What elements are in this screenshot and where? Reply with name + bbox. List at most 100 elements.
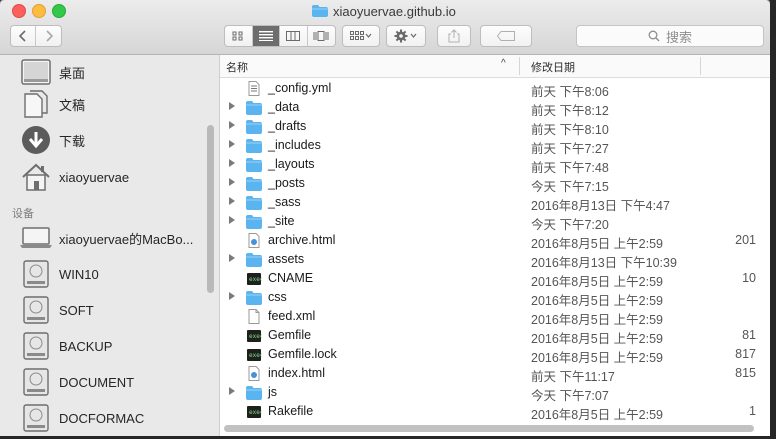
disclosure-triangle-icon[interactable] (228, 386, 238, 398)
html-file-icon (246, 233, 262, 248)
file-row[interactable]: js 今天 下午7:07 (220, 383, 770, 403)
disclosure-triangle-icon[interactable] (228, 101, 238, 113)
minimize-window-button[interactable] (32, 4, 46, 18)
sidebar-item-document[interactable]: DOCUMENT (0, 365, 210, 399)
desktop-icon (20, 56, 52, 88)
sidebar-item-label: SOFT (59, 302, 94, 318)
sidebar-item-win10[interactable]: WIN10 (0, 257, 210, 291)
toolbar: xiaoyuervae.github.io 搜索 (0, 0, 770, 55)
close-window-button[interactable] (12, 4, 26, 18)
list-view-button[interactable] (252, 26, 280, 46)
sidebar-item-home[interactable]: xiaoyuervae (0, 160, 210, 194)
file-row[interactable]: _config.yml 前天 下午8:06 (220, 79, 770, 99)
disclosure-triangle-icon[interactable] (228, 196, 238, 208)
back-button[interactable] (11, 26, 37, 46)
column-header-date[interactable]: 修改日期 (531, 59, 575, 75)
laptop-icon (20, 222, 52, 254)
file-row[interactable]: _data 前天 下午8:12 (220, 98, 770, 118)
zoom-window-button[interactable] (52, 4, 66, 18)
sidebar-item-downloads[interactable]: 下载 (0, 123, 210, 157)
file-name: feed.xml (268, 309, 316, 323)
icon-view-button[interactable] (225, 26, 253, 46)
sidebar-item-label: DOCUMENT (59, 374, 135, 390)
disclosure-triangle-icon[interactable] (228, 291, 238, 303)
window-title-text: xiaoyuervae.github.io (333, 3, 456, 19)
html-file-icon (246, 366, 262, 381)
disk-icon (20, 366, 52, 398)
column-view-button[interactable] (280, 26, 308, 46)
disclosure-triangle-icon[interactable] (228, 253, 238, 265)
file-name: _data (268, 100, 300, 114)
file-modified-date: 2016年8月5日 上午2:59 (531, 408, 664, 422)
columns-icon (286, 31, 301, 41)
file-name: _sass (268, 195, 301, 209)
sidebar-item-documents[interactable]: 文稿 (0, 87, 210, 121)
folder-icon (246, 290, 262, 305)
file-row[interactable]: archive.html 2016年8月5日 上午2:59 201 (220, 231, 770, 251)
sidebar-item-docformac[interactable]: DOCFORMAC (0, 401, 210, 435)
disclosure-triangle-icon[interactable] (228, 158, 238, 170)
disk-icon (20, 294, 52, 326)
chevron-right-icon (45, 30, 53, 42)
gear-icon (394, 29, 417, 43)
column-divider[interactable] (519, 57, 520, 75)
svg-text:exec: exec (249, 409, 262, 416)
sidebar: 桌面 文稿 下载 xiaoyuervae 设备 xiaoyuervae的MacB… (0, 55, 220, 436)
list-icon (258, 31, 273, 41)
column-divider[interactable] (700, 57, 701, 75)
disclosure-triangle-icon[interactable] (228, 120, 238, 132)
file-size: 201 (735, 233, 756, 247)
file-row[interactable]: exec Gemfile.lock 2016年8月5日 上午2:59 817 (220, 345, 770, 365)
coverflow-view-button[interactable] (308, 26, 335, 46)
search-placeholder: 搜索 (665, 29, 692, 45)
file-row[interactable]: exec Rakefile 2016年8月5日 上午2:59 1 (220, 402, 770, 422)
file-row[interactable]: assets 2016年8月13日 下午10:39 (220, 250, 770, 270)
file-name: _layouts (268, 157, 315, 171)
desktop-background (770, 0, 776, 439)
folder-icon (246, 385, 262, 400)
sidebar-item-macbook[interactable]: xiaoyuervae的MacBo... (0, 221, 210, 255)
file-name: Gemfile (268, 328, 312, 342)
sidebar-item-soft[interactable]: SOFT (0, 293, 210, 327)
file-name: archive.html (268, 233, 336, 247)
file-row[interactable]: _layouts 前天 下午7:48 (220, 155, 770, 175)
column-header-name[interactable]: 名称 (226, 59, 248, 75)
document-icon (246, 309, 262, 324)
file-row[interactable]: _drafts 前天 下午8:10 (220, 117, 770, 137)
disclosure-triangle-icon[interactable] (228, 139, 238, 151)
executable-file-icon: exec (246, 347, 264, 362)
share-button[interactable] (437, 25, 471, 47)
file-row[interactable]: exec CNAME 2016年8月5日 上午2:59 10 (220, 269, 770, 289)
view-switcher (224, 25, 336, 47)
svg-text:exec: exec (249, 276, 262, 283)
arrange-button[interactable] (342, 25, 380, 47)
sidebar-scrollbar[interactable] (207, 125, 214, 293)
sidebar-item-backup[interactable]: BACKUP (0, 329, 210, 363)
file-row[interactable]: _includes 前天 下午7:27 (220, 136, 770, 156)
file-name: Gemfile.lock (268, 347, 337, 361)
file-row[interactable]: css 2016年8月5日 上午2:59 (220, 288, 770, 308)
tags-button[interactable] (480, 25, 532, 47)
executable-file-icon: exec (246, 328, 264, 343)
folder-icon (246, 176, 262, 191)
file-name: Rakefile (268, 404, 314, 418)
sidebar-item-label: xiaoyuervae (59, 169, 130, 185)
disclosure-triangle-icon[interactable] (228, 215, 238, 227)
file-row[interactable]: feed.xml 2016年8月5日 上午2:59 (220, 307, 770, 327)
file-size: 817 (735, 347, 756, 361)
disclosure-triangle-icon[interactable] (228, 177, 238, 189)
file-row[interactable]: index.html 前天 下午11:17 815 (220, 364, 770, 384)
forward-button[interactable] (36, 26, 61, 46)
file-row[interactable]: _posts 今天 下午7:15 (220, 174, 770, 194)
disk-icon (20, 330, 52, 362)
file-row[interactable]: _sass 2016年8月13日 下午4:47 (220, 193, 770, 213)
action-button[interactable] (386, 25, 426, 47)
sidebar-item-desktop[interactable]: 桌面 (0, 55, 210, 89)
horizontal-scrollbar[interactable] (224, 425, 754, 432)
file-row[interactable]: exec Gemfile 2016年8月5日 上午2:59 81 (220, 326, 770, 346)
chevron-left-icon (19, 30, 26, 42)
disk-icon (20, 258, 52, 290)
search-input[interactable]: 搜索 (576, 25, 764, 47)
file-row[interactable]: _site 今天 下午7:20 (220, 212, 770, 232)
tag-icon (497, 31, 515, 41)
